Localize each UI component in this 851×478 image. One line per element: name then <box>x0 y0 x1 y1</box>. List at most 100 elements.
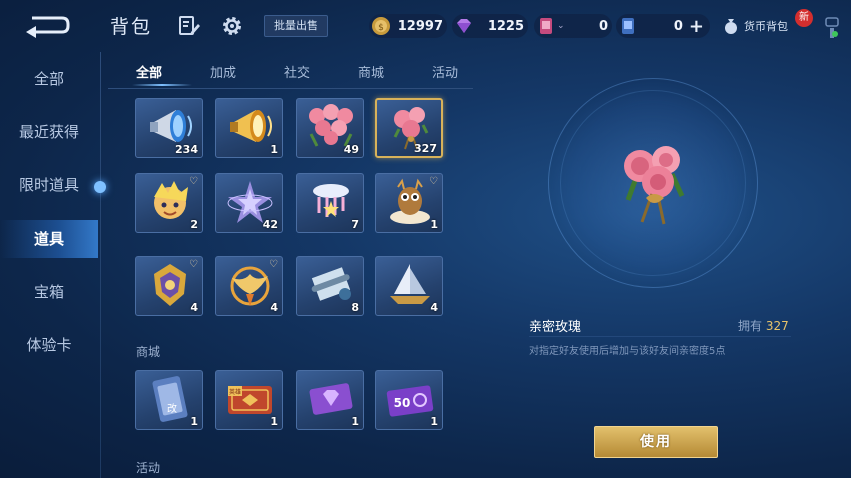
own-label: 拥有 <box>738 319 763 333</box>
diamond-value: 1225 <box>487 18 524 34</box>
use-button[interactable]: 使用 <box>594 426 718 458</box>
item-rainbow-cloud[interactable]: 7 <box>296 173 364 233</box>
item-star-charm[interactable]: 42 <box>215 173 283 233</box>
item-phoenix-emblem[interactable]: ♡ 4 <box>215 256 283 316</box>
item-count: 1 <box>270 143 278 156</box>
item-purple-diamond-ticket[interactable]: 1 <box>296 370 364 430</box>
item-count: 1 <box>351 415 359 428</box>
item-count: 1 <box>430 415 438 428</box>
edit-icon <box>179 16 200 35</box>
money-bag-icon <box>725 19 737 34</box>
section-event-label: 活动 <box>136 461 161 475</box>
item-rename-card[interactable]: 改 1 <box>135 370 203 430</box>
currency-coupon[interactable]: 0 + <box>616 14 710 38</box>
item-count: 4 <box>430 301 438 314</box>
item-blue-megaphone[interactable]: 234 <box>135 98 203 158</box>
item-count: 327 <box>414 142 437 155</box>
section-shop-label: 商城 <box>136 345 161 359</box>
svg-text:$: $ <box>378 23 384 33</box>
signal-icon <box>825 17 839 38</box>
tab-all[interactable]: 全部 <box>136 62 162 81</box>
discount-ticket-icon: 50 <box>386 385 434 417</box>
item-scroll[interactable]: 8 <box>296 256 364 316</box>
heart-icon: ♡ <box>189 259 198 270</box>
discount-ticket-text: 50 <box>394 396 411 410</box>
detail-own-count: 拥有 327 <box>738 317 789 334</box>
rename-card-text: 改 <box>167 402 177 415</box>
coupon-card-icon <box>622 18 634 34</box>
item-count: 4 <box>270 301 278 314</box>
chevron-down-icon: ⌄ <box>557 21 565 31</box>
top-bar: 背包 批量出售 $ 12997 1225 ⌄ 0 0 + 货币背包 新 <box>0 0 851 52</box>
gold-coin-icon: $ <box>372 17 390 35</box>
item-rose-bouquet-selected[interactable]: 327 <box>375 98 443 158</box>
new-badge: 新 <box>795 9 813 27</box>
bulk-sell-button[interactable]: 批量出售 <box>264 15 328 37</box>
item-rose-bouquet[interactable]: 49 <box>296 98 364 158</box>
tab-divider <box>108 88 473 89</box>
scroll-icon <box>311 267 351 301</box>
item-owl-cloud[interactable]: ♡ 1 <box>375 173 443 233</box>
detail-item-name: 亲密玫瑰 <box>529 320 582 335</box>
sidebar-item-trial-cards[interactable]: 体验卡 <box>0 326 98 364</box>
sidebar-divider <box>100 52 101 478</box>
sidebar-item-limited[interactable]: 限时道具 <box>0 166 98 204</box>
currency-bag-label: 货币背包 <box>744 20 788 33</box>
currency-gold: $ 12997 <box>369 14 447 38</box>
currency-diamond: 1225 <box>452 14 528 38</box>
hero-ticket-text: 英雄 <box>229 388 241 396</box>
item-count: 42 <box>262 218 278 231</box>
sidebar-item-recent[interactable]: 最近获得 <box>0 113 98 151</box>
heart-icon: ♡ <box>189 176 198 187</box>
tab-shop[interactable]: 商城 <box>358 62 384 81</box>
item-gold-emblem[interactable]: ♡ 4 <box>135 256 203 316</box>
item-count: 2 <box>190 218 198 231</box>
tab-bonus[interactable]: 加成 <box>210 62 236 81</box>
paper-boat-icon <box>390 264 430 304</box>
detail-divider <box>529 336 791 337</box>
rename-card-icon: 改 <box>152 376 188 422</box>
item-hero-ticket[interactable]: 英雄 1 <box>215 370 283 430</box>
diamond-icon <box>457 19 471 33</box>
item-count: 234 <box>175 143 198 156</box>
heart-icon: ♡ <box>269 259 278 270</box>
gold-value: 12997 <box>397 18 443 34</box>
settings-button[interactable] <box>220 14 244 38</box>
tab-event[interactable]: 活动 <box>432 62 458 81</box>
sidebar-item-items[interactable]: 道具 <box>0 220 98 258</box>
coupon-value: 0 <box>673 18 683 34</box>
tab-active-underline <box>132 84 192 86</box>
item-count: 49 <box>343 143 359 156</box>
item-count: 4 <box>190 301 198 314</box>
currency-ticket[interactable]: ⌄ 0 <box>534 14 612 38</box>
heart-icon: ♡ <box>429 176 438 187</box>
tab-social[interactable]: 社交 <box>284 62 310 81</box>
currency-bag-button[interactable]: 货币背包 <box>722 14 806 38</box>
purple-diamond-ticket-icon <box>309 383 353 415</box>
category-tabs: 全部 加成 社交 商城 活动 <box>108 58 473 90</box>
rose-bouquet-large-icon <box>624 146 685 225</box>
sidebar: 全部 最近获得 限时道具 道具 宝箱 体验卡 <box>0 52 100 478</box>
item-gold-megaphone[interactable]: 1 <box>215 98 283 158</box>
edit-button[interactable] <box>177 14 201 38</box>
item-count: 1 <box>430 218 438 231</box>
add-currency-icon[interactable]: + <box>689 16 710 37</box>
own-count-value: 327 <box>765 319 789 333</box>
item-count: 1 <box>190 415 198 428</box>
sidebar-item-all[interactable]: 全部 <box>0 60 98 98</box>
hero-ticket-icon: 英雄 <box>228 386 272 414</box>
active-indicator-dot <box>94 181 106 193</box>
back-arrow-icon <box>26 16 70 38</box>
page-title: 背包 <box>110 16 153 38</box>
detail-description: 对指定好友使用后增加与该好友间亲密度5点 <box>529 346 726 357</box>
back-button[interactable] <box>22 10 74 40</box>
item-count: 7 <box>351 218 359 231</box>
gear-icon <box>223 17 241 35</box>
item-discount-ticket[interactable]: 50 1 <box>375 370 443 430</box>
sidebar-item-chests[interactable]: 宝箱 <box>0 273 98 311</box>
ticket-card-icon <box>540 18 552 34</box>
ticket-value: 0 <box>598 18 608 34</box>
item-hero-avatar[interactable]: ♡ 2 <box>135 173 203 233</box>
rainbow-cloud-icon <box>313 184 349 217</box>
item-paper-boat[interactable]: 4 <box>375 256 443 316</box>
